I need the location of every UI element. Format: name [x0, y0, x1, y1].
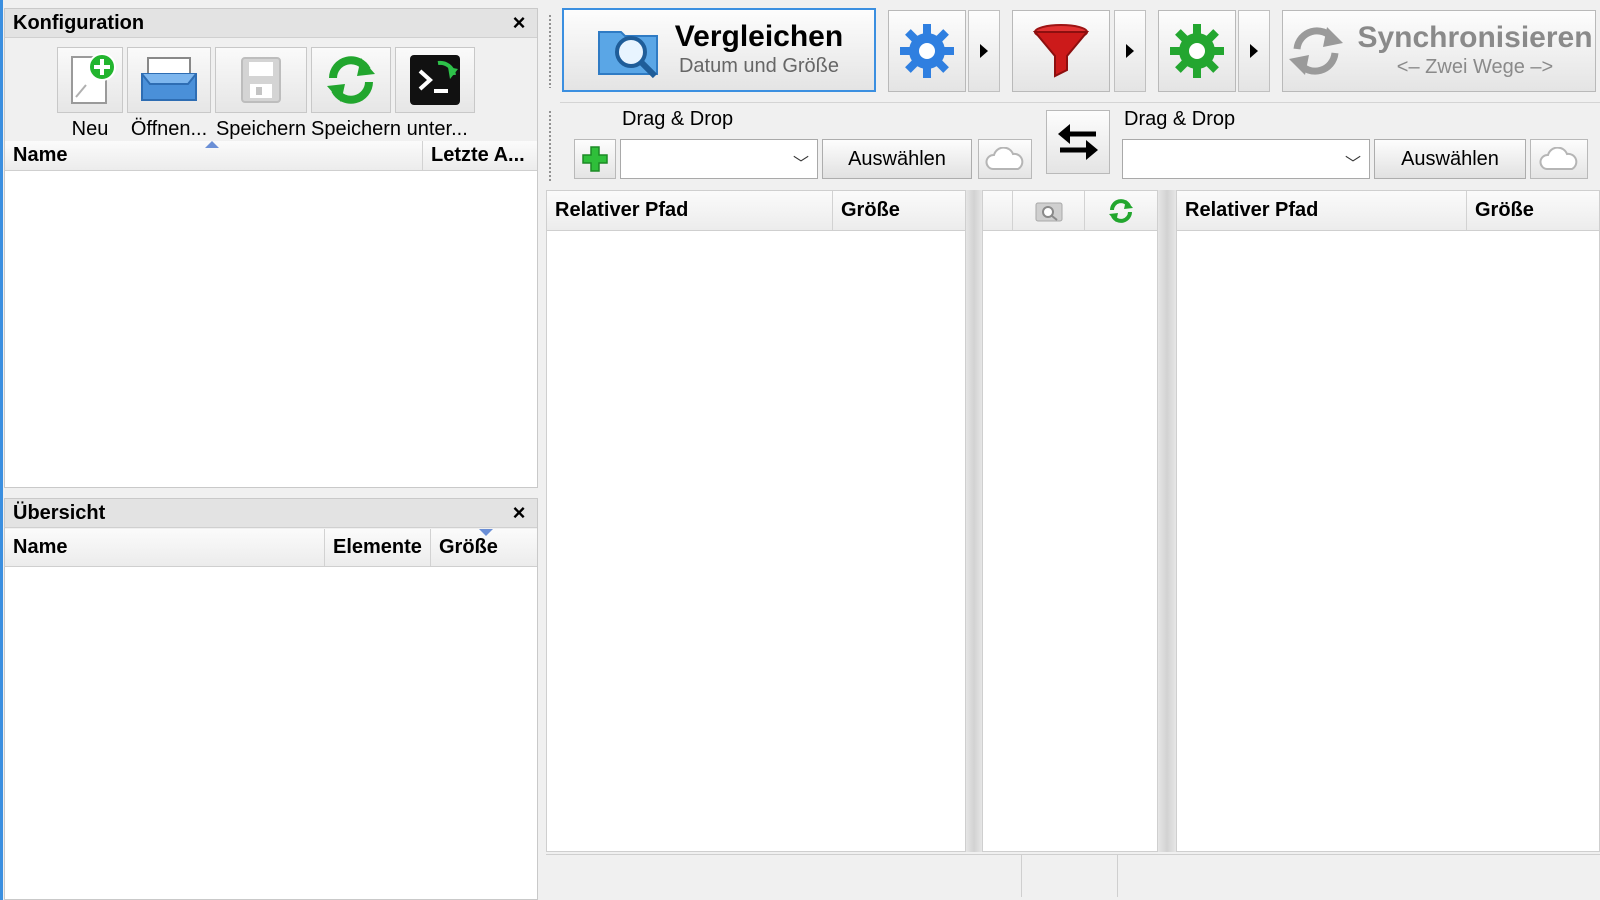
compare-subtitle: Datum und Größe — [678, 55, 840, 77]
refresh-green-small-icon — [1109, 198, 1133, 223]
sync-title: Synchronisieren — [1357, 21, 1593, 54]
refresh-green-icon — [327, 56, 375, 104]
left-cloud-button[interactable] — [978, 139, 1032, 179]
overview-list[interactable] — [5, 567, 537, 899]
filter-button[interactable] — [1012, 10, 1110, 92]
right-col-size[interactable]: Größe — [1467, 191, 1599, 230]
sync-text: Synchronisieren <– Zwei Wege –> — [1357, 22, 1592, 80]
config-col-last[interactable]: Letzte A... — [423, 141, 537, 170]
chevron-down-icon: ﹀ — [1344, 156, 1361, 173]
overview-panel: Übersicht × Name Elemente Größe — [4, 498, 538, 900]
right-grid-header: Relativer Pfad Größe — [1177, 191, 1599, 231]
config-column-header: Name Letzte A... — [5, 141, 537, 171]
right-drag-drop-label: Drag & Drop — [1124, 108, 1236, 130]
sync-arrows-icon — [1289, 27, 1344, 75]
swap-sides-button[interactable] — [1046, 110, 1110, 174]
sync-settings-button[interactable] — [1158, 10, 1236, 92]
splitter-right[interactable] — [1158, 190, 1176, 852]
gear-blue-icon — [900, 24, 954, 78]
left-col-relative-path[interactable]: Relativer Pfad — [547, 191, 833, 230]
right-folder-combobox[interactable]: ﹀ — [1122, 139, 1370, 179]
compare-text: Vergleichen Datum und Größe — [675, 21, 843, 79]
middle-col-sync[interactable] — [1085, 191, 1157, 230]
right-cloud-button[interactable] — [1530, 139, 1588, 179]
swap-arrows-icon — [1058, 124, 1098, 160]
left-select-folder-button[interactable]: Auswählen — [822, 139, 972, 179]
config-close-icon[interactable]: × — [505, 9, 533, 37]
sync-subtitle: <– Zwei Wege –> — [1396, 56, 1554, 78]
toolbar-grip — [548, 14, 552, 88]
middle-col-spacer — [983, 191, 1013, 230]
cloud-icon — [985, 147, 1024, 170]
compare-button[interactable]: Vergleichen Datum und Größe — [562, 8, 876, 92]
terminal-icon — [410, 55, 460, 105]
synchronize-button[interactable]: Synchronisieren <– Zwei Wege –> — [1282, 10, 1596, 92]
status-right — [1118, 855, 1598, 897]
chevron-down-icon: ﹀ — [792, 156, 809, 173]
status-left — [546, 855, 1022, 897]
new-file-icon — [71, 53, 116, 104]
plus-green-icon — [582, 146, 608, 172]
middle-col-compare[interactable] — [1013, 191, 1085, 230]
chevron-right-icon — [1126, 44, 1134, 58]
new-config-button[interactable] — [57, 47, 123, 113]
left-drag-drop-label: Drag & Drop — [622, 108, 734, 130]
left-file-grid[interactable]: Relativer Pfad Größe — [546, 190, 966, 852]
open-config-button[interactable] — [127, 47, 211, 113]
sort-down-icon — [479, 529, 493, 536]
save-as-config-button[interactable] — [311, 47, 391, 113]
save-disk-icon — [241, 57, 281, 103]
middle-grid-header — [983, 191, 1157, 231]
compare-title: Vergleichen — [674, 20, 844, 53]
overview-col-name[interactable]: Name — [5, 529, 325, 566]
open-folder-icon — [141, 57, 197, 101]
window-left-edge — [0, 0, 3, 900]
left-folder-combobox[interactable]: ﹀ — [620, 139, 818, 179]
chevron-right-icon — [1250, 44, 1258, 58]
gear-green-icon — [1170, 24, 1224, 78]
compare-dropdown-button[interactable] — [968, 10, 1000, 92]
compare-settings-button[interactable] — [888, 10, 966, 92]
cloud-icon — [1539, 147, 1578, 170]
config-list[interactable] — [5, 171, 537, 487]
config-panel: Konfiguration × Neu Öffnen... Speichern … — [4, 8, 538, 488]
left-grid-header: Relativer Pfad Größe — [547, 191, 965, 231]
filter-dropdown-button[interactable] — [1114, 10, 1146, 92]
magnifier-gray-icon — [1035, 202, 1062, 221]
sort-up-icon — [205, 141, 219, 148]
right-col-relative-path[interactable]: Relativer Pfad — [1177, 191, 1467, 230]
save-config-button[interactable] — [215, 47, 307, 113]
overview-column-header: Name Elemente Größe — [5, 529, 537, 567]
overview-panel-title: Übersicht — [5, 499, 537, 528]
sync-dropdown-button[interactable] — [1238, 10, 1270, 92]
overview-col-items[interactable]: Elemente — [325, 529, 431, 566]
open-label: Öffnen... — [130, 118, 208, 140]
batch-job-button[interactable] — [395, 47, 475, 113]
status-bar — [546, 854, 1600, 898]
left-col-size[interactable]: Größe — [833, 191, 965, 230]
splitter-left[interactable] — [966, 190, 982, 852]
save-as-label: Speichern unter... — [311, 118, 468, 140]
filter-funnel-icon — [1032, 24, 1090, 78]
config-panel-title: Konfiguration — [5, 9, 537, 38]
overview-close-icon[interactable]: × — [505, 499, 533, 527]
right-select-folder-button[interactable]: Auswählen — [1374, 139, 1526, 179]
middle-grid[interactable] — [982, 190, 1158, 852]
new-label: Neu — [71, 118, 109, 140]
chevron-right-icon — [980, 44, 988, 58]
status-middle — [1022, 855, 1118, 897]
compare-magnifier-icon — [597, 31, 658, 79]
add-folder-pair-button[interactable] — [574, 139, 616, 179]
folderbar-grip — [548, 110, 552, 182]
right-file-grid[interactable]: Relativer Pfad Größe — [1176, 190, 1600, 852]
save-label: Speichern — [215, 118, 307, 140]
